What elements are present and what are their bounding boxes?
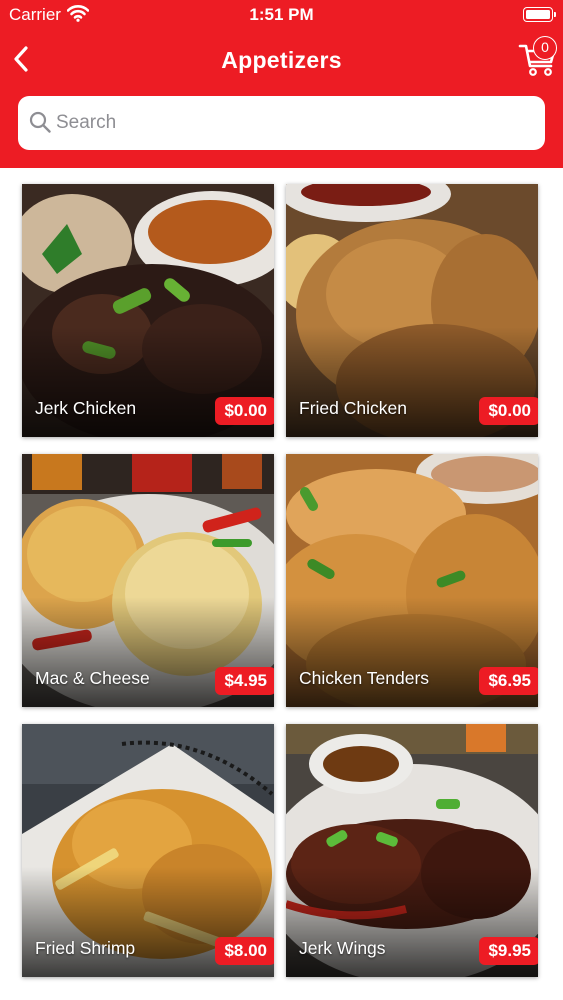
header-bar: Carrier 1:51 PM Appetizers 0 [0,0,563,168]
price-badge: $4.95 [215,667,274,695]
menu-item-card[interactable]: Fried Shrimp $8.00 [22,724,274,977]
menu-item-card[interactable]: Fried Chicken $0.00 [286,184,538,437]
page-title: Appetizers [221,47,342,73]
cart-count-badge: 0 [533,36,557,60]
status-bar: Carrier 1:51 PM [0,0,563,30]
price-badge: $0.00 [479,397,538,425]
menu-item-card[interactable]: Mac & Cheese $4.95 [22,454,274,707]
item-name: Fried Chicken [299,398,407,418]
item-name: Jerk Wings [299,938,386,958]
item-name: Fried Shrimp [35,938,136,958]
price-badge: $8.00 [215,937,274,965]
price-badge: $6.95 [479,667,538,695]
back-chevron-icon[interactable] [8,42,36,76]
menu-grid: Jerk Chicken $0.00 Fried Chicken $0.00 M… [0,168,563,1000]
price-badge: $0.00 [215,397,274,425]
menu-item-card[interactable]: Jerk Chicken $0.00 [22,184,274,437]
search-input[interactable] [56,96,536,150]
item-name: Chicken Tenders [299,668,430,688]
menu-item-card[interactable]: Jerk Wings $9.95 [286,724,538,977]
price-badge: $9.95 [479,937,538,965]
item-name: Mac & Cheese [35,668,150,688]
status-time: 1:51 PM [249,5,314,24]
item-name: Jerk Chicken [35,398,137,418]
search-bar[interactable] [18,96,545,150]
menu-item-card[interactable]: Chicken Tenders $6.95 [286,454,538,707]
battery-icon [523,7,556,22]
search-icon [29,111,51,133]
